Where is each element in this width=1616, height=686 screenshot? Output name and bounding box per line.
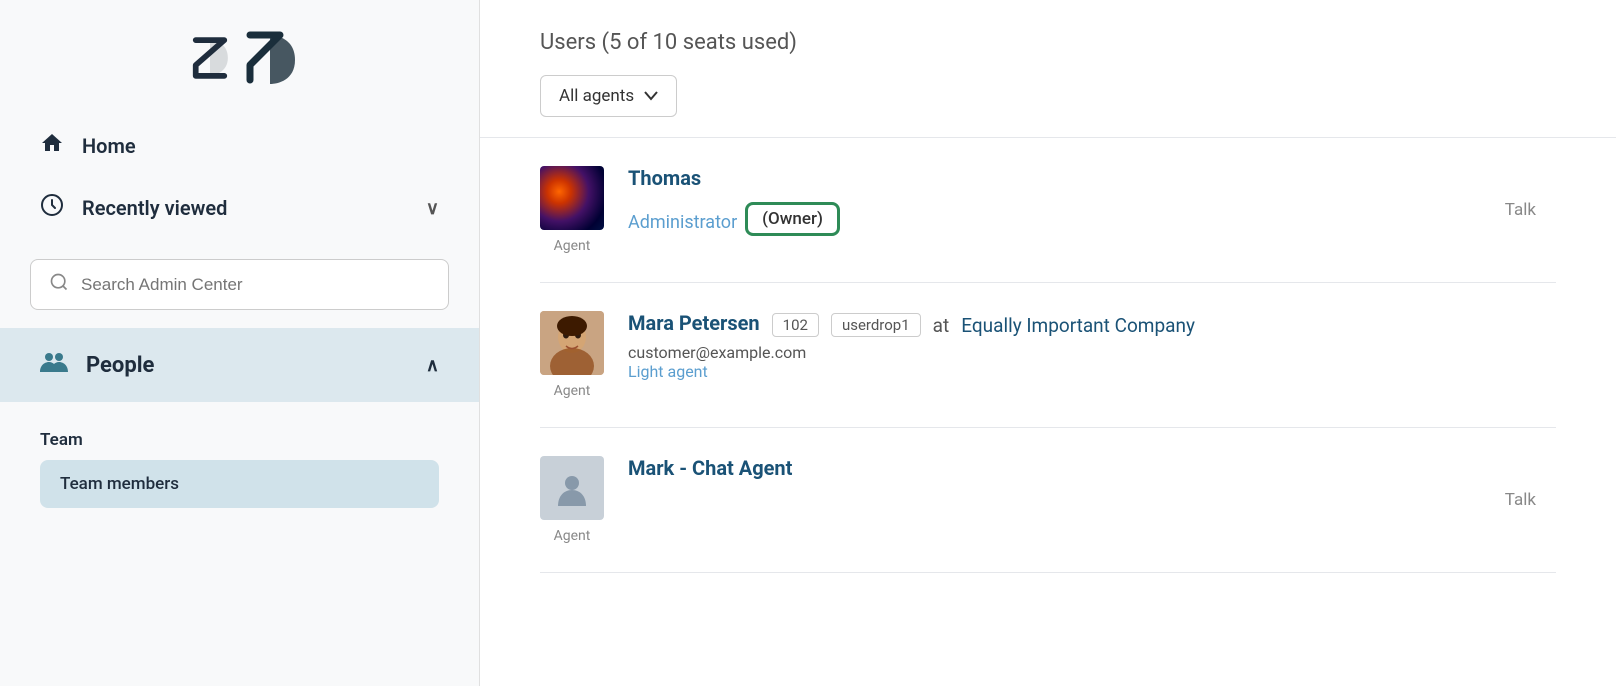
table-row: Agent Mark - Chat Agent Talk bbox=[540, 428, 1556, 573]
user-email: customer@example.com bbox=[628, 343, 1556, 362]
avatar bbox=[540, 311, 604, 375]
user-list: Agent Thomas Administrator (Owner) Talk bbox=[480, 138, 1616, 573]
search-icon bbox=[49, 272, 69, 297]
user-info-mara: Mara Petersen 102 userdrop1 at Equally I… bbox=[628, 311, 1556, 381]
main-header: Users (5 of 10 seats used) All agents bbox=[480, 0, 1616, 138]
filter-chevron bbox=[644, 86, 658, 106]
recently-viewed-chevron: ∨ bbox=[426, 198, 439, 219]
user-talk: Talk bbox=[1505, 200, 1556, 220]
agent-label: Agent bbox=[554, 528, 591, 544]
user-info-mark: Mark - Chat Agent bbox=[628, 456, 1481, 484]
team-label: Team bbox=[40, 430, 439, 450]
user-name: Thomas bbox=[628, 166, 701, 190]
user-role: Light agent bbox=[628, 362, 1556, 381]
clock-icon bbox=[40, 193, 64, 223]
user-role: Administrator bbox=[628, 212, 737, 233]
sidebar: Home Recently viewed ∨ People ∧ Team Tea… bbox=[0, 0, 480, 686]
sidebar-item-recently-viewed[interactable]: Recently viewed ∨ bbox=[0, 177, 479, 239]
team-section: Team Team members bbox=[0, 402, 479, 518]
user-name: Mara Petersen bbox=[628, 311, 760, 335]
avatar-col-thomas: Agent bbox=[540, 166, 604, 254]
agent-label: Agent bbox=[554, 383, 591, 399]
filter-label: All agents bbox=[559, 86, 634, 106]
logo-area bbox=[0, 10, 479, 115]
sidebar-item-people[interactable]: People ∧ bbox=[0, 328, 479, 402]
avatar bbox=[540, 456, 604, 520]
home-label: Home bbox=[82, 134, 136, 158]
search-box bbox=[30, 259, 449, 310]
table-row: Agent Mara Petersen 102 userdrop1 at Equ… bbox=[540, 283, 1556, 428]
zd-icon bbox=[240, 30, 300, 85]
people-chevron: ∧ bbox=[426, 355, 439, 376]
user-talk: Talk bbox=[1505, 490, 1556, 510]
filter-dropdown[interactable]: All agents bbox=[540, 75, 677, 117]
user-name: Mark - Chat Agent bbox=[628, 456, 792, 480]
recently-viewed-label: Recently viewed bbox=[82, 196, 227, 220]
team-members-button[interactable]: Team members bbox=[40, 460, 439, 508]
avatar-col-mara: Agent bbox=[540, 311, 604, 399]
zendesk-logo bbox=[180, 33, 240, 83]
people-icon bbox=[40, 350, 68, 380]
at-text: at bbox=[933, 314, 950, 337]
avatar bbox=[540, 166, 604, 230]
company-name: Equally Important Company bbox=[961, 314, 1195, 337]
agent-label: Agent bbox=[554, 238, 591, 254]
badge-userdrop1: userdrop1 bbox=[831, 313, 921, 337]
search-input[interactable] bbox=[81, 275, 430, 295]
avatar-col-mark: Agent bbox=[540, 456, 604, 544]
home-icon bbox=[40, 131, 64, 161]
table-row: Agent Thomas Administrator (Owner) Talk bbox=[540, 138, 1556, 283]
users-title: Users (5 of 10 seats used) bbox=[540, 30, 1556, 55]
owner-badge: (Owner) bbox=[745, 202, 840, 236]
sidebar-item-home[interactable]: Home bbox=[0, 115, 479, 177]
badge-102: 102 bbox=[772, 313, 819, 337]
main-content: Users (5 of 10 seats used) All agents Ag… bbox=[480, 0, 1616, 686]
user-info-thomas: Thomas Administrator (Owner) bbox=[628, 166, 1481, 236]
people-label: People bbox=[86, 353, 154, 378]
